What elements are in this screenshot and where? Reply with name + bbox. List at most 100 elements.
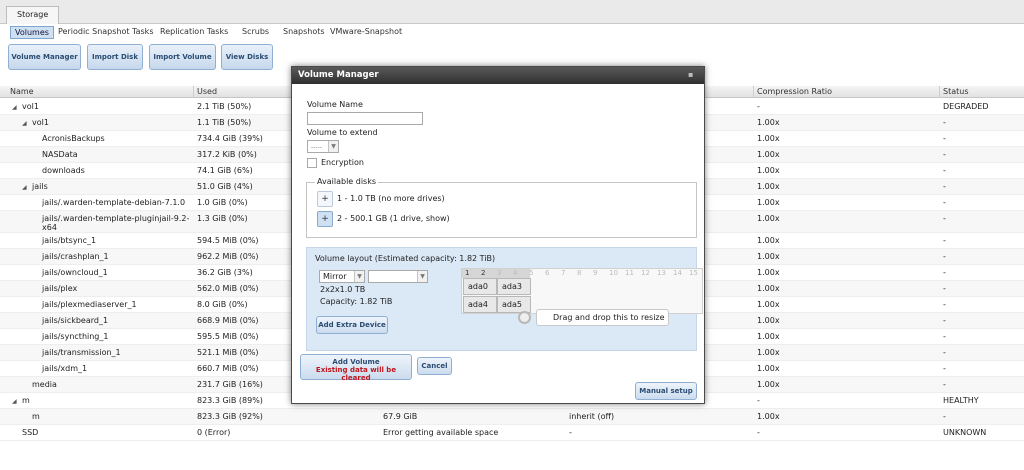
- disk-ada3[interactable]: ada3: [497, 278, 531, 295]
- cell-name: NASData: [42, 150, 78, 159]
- dialog-close-icon[interactable]: ▪: [688, 70, 698, 80]
- cell-compression-ratio: 1.00x: [757, 284, 780, 293]
- encryption-label: Encryption: [321, 158, 364, 167]
- expand-toggle-icon[interactable]: ◢: [22, 120, 27, 127]
- cell-name: jails/btsync_1: [42, 236, 97, 245]
- chevron-down-icon: ▼: [417, 271, 427, 282]
- available-disks-legend: Available disks: [315, 177, 379, 186]
- column-header-name[interactable]: Name: [10, 87, 34, 96]
- cell-used: 823.3 GiB (89%): [197, 396, 263, 405]
- add-volume-warning: Existing data will be cleared: [315, 366, 397, 382]
- cell-used: 1.0 GiB (0%): [197, 198, 248, 207]
- layout-secondary-select[interactable]: ▼: [368, 270, 428, 283]
- disk-group-1-add-button[interactable]: +: [317, 191, 333, 207]
- cell-used: 8.0 GiB (0%): [197, 300, 248, 309]
- cell-compression-ratio: 1.00x: [757, 380, 780, 389]
- column-header-compression-ratio[interactable]: Compression Ratio: [757, 87, 832, 96]
- available-disks-fieldset: Available disks + 1 - 1.0 TB (no more dr…: [306, 177, 697, 238]
- expand-toggle-icon[interactable]: ◢: [12, 398, 17, 405]
- cell-used: 0 (Error): [197, 428, 231, 437]
- volume-name-input[interactable]: [307, 112, 423, 125]
- cell-name: jails/plexmediaserver_1: [42, 300, 137, 309]
- disk-layout-grid[interactable]: 1 2 3 4 5 6 7 8 9 10 11 12 13 14 15 ada0 ada3 ada4 ada…: [461, 268, 703, 314]
- manual-setup-button[interactable]: Manual setup: [635, 382, 697, 400]
- disk-grid-column-number: 3: [497, 269, 502, 277]
- disk-group-1-label: 1 - 1.0 TB (no more drives): [337, 194, 445, 203]
- encryption-checkbox[interactable]: [307, 158, 317, 168]
- cell-name: jails/.warden-template-debian-7.1.0: [42, 198, 186, 207]
- subtab-periodic-snapshot-tasks[interactable]: Periodic Snapshot Tasks: [54, 26, 157, 39]
- cell-name: AcronisBackups: [42, 134, 105, 143]
- cell-used: 595.5 MiB (0%): [197, 332, 259, 341]
- cell-compression-ratio: 1.00x: [757, 198, 780, 207]
- disk-group-2-label: 2 - 500.1 GB (1 drive, show): [337, 214, 450, 223]
- resize-handle-icon[interactable]: [518, 311, 531, 324]
- disk-grid-column-number: 10: [609, 269, 618, 277]
- cell-used: 231.7 GiB (16%): [197, 380, 263, 389]
- add-extra-device-button[interactable]: Add Extra Device: [316, 316, 388, 334]
- expand-toggle-icon[interactable]: ◢: [22, 184, 27, 191]
- import-disk-button[interactable]: Import Disk: [87, 44, 143, 70]
- cell-status: -: [943, 118, 946, 127]
- subtab-replication-tasks[interactable]: Replication Tasks: [156, 26, 232, 39]
- disk-group-2-add-button[interactable]: +: [317, 211, 333, 227]
- cell-name: jails: [32, 182, 48, 191]
- volume-layout-legend: Volume layout (Estimated capacity: 1.82 …: [315, 254, 496, 263]
- column-header-used[interactable]: Used: [197, 87, 217, 96]
- volume-to-extend-select[interactable]: ----- ▼: [307, 140, 339, 153]
- cell-used: 562.0 MiB (0%): [197, 284, 259, 293]
- cell-status: HEALTHY: [943, 396, 979, 405]
- cell-used: 1.1 TiB (50%): [197, 118, 252, 127]
- subtab-volumes[interactable]: Volumes: [10, 26, 54, 39]
- subtab-vmware-snapshot[interactable]: VMware-Snapshot: [326, 26, 406, 39]
- volume-manager-button[interactable]: Volume Manager: [8, 44, 81, 70]
- dialog-title: Volume Manager: [292, 67, 704, 84]
- cell-used: 317.2 KiB (0%): [197, 150, 257, 159]
- cell-status: -: [943, 252, 946, 261]
- disk-grid-column-number: 6: [545, 269, 550, 277]
- table-row[interactable]: m 823.3 GiB (92%) 67.9 GiB inherit (off) 1.0…: [0, 409, 1024, 425]
- add-volume-button[interactable]: Add Volume Existing data will be cleared: [300, 354, 412, 382]
- expand-toggle-icon[interactable]: ◢: [12, 104, 17, 111]
- add-volume-label: Add Volume: [332, 358, 380, 366]
- cell-name: jails/sickbeard_1: [42, 316, 109, 325]
- cell-name: jails/owncloud_1: [42, 268, 108, 277]
- cell-compression-ratio: 1.00x: [757, 118, 780, 127]
- cell-used: 594.5 MiB (0%): [197, 236, 259, 245]
- cell-compression-ratio: 1.00x: [757, 348, 780, 357]
- cell-compression-ratio: 1.00x: [757, 236, 780, 245]
- tab-storage[interactable]: Storage: [6, 6, 60, 24]
- disk-grid-column-number: 5: [529, 269, 534, 277]
- disk-grid-column-number: 7: [561, 269, 566, 277]
- cell-compression-ratio: 1.00x: [757, 150, 780, 159]
- cell-status: -: [943, 364, 946, 373]
- cell-name: m: [32, 412, 40, 421]
- cell-status: -: [943, 268, 946, 277]
- cell-name: jails/xdm_1: [42, 364, 88, 373]
- cell-status: -: [943, 284, 946, 293]
- cell-name: m: [22, 396, 30, 405]
- view-disks-button[interactable]: View Disks: [221, 44, 273, 70]
- cell-compression-ratio: -: [757, 428, 760, 437]
- cell-name: media: [32, 380, 57, 389]
- column-header-status[interactable]: Status: [943, 87, 969, 96]
- resize-tooltip: Drag and drop this to resize: [536, 309, 669, 326]
- disk-grid-column-number: 4: [513, 269, 518, 277]
- disk-ada0[interactable]: ada0: [463, 278, 497, 295]
- cell-status: -: [943, 166, 946, 175]
- top-tab-strip: Storage: [0, 0, 1024, 24]
- table-row[interactable]: SSD 0 (Error) Error getting available spac…: [0, 425, 1024, 441]
- disk-grid-selected-columns: [462, 269, 530, 278]
- import-volume-button[interactable]: Import Volume: [149, 44, 216, 70]
- cell-status: -: [943, 412, 946, 421]
- cell-compression: -: [569, 428, 572, 437]
- cell-name: downloads: [42, 166, 85, 175]
- disk-ada4[interactable]: ada4: [463, 296, 497, 313]
- cell-name: SSD: [22, 428, 39, 437]
- layout-type-select[interactable]: Mirror ▼: [319, 270, 365, 283]
- cancel-button[interactable]: Cancel: [417, 357, 452, 375]
- subtab-snapshots[interactable]: Snapshots: [279, 26, 329, 39]
- subtab-scrubs[interactable]: Scrubs: [238, 26, 273, 39]
- cell-status: -: [943, 332, 946, 341]
- volume-name-label: Volume Name: [307, 100, 363, 109]
